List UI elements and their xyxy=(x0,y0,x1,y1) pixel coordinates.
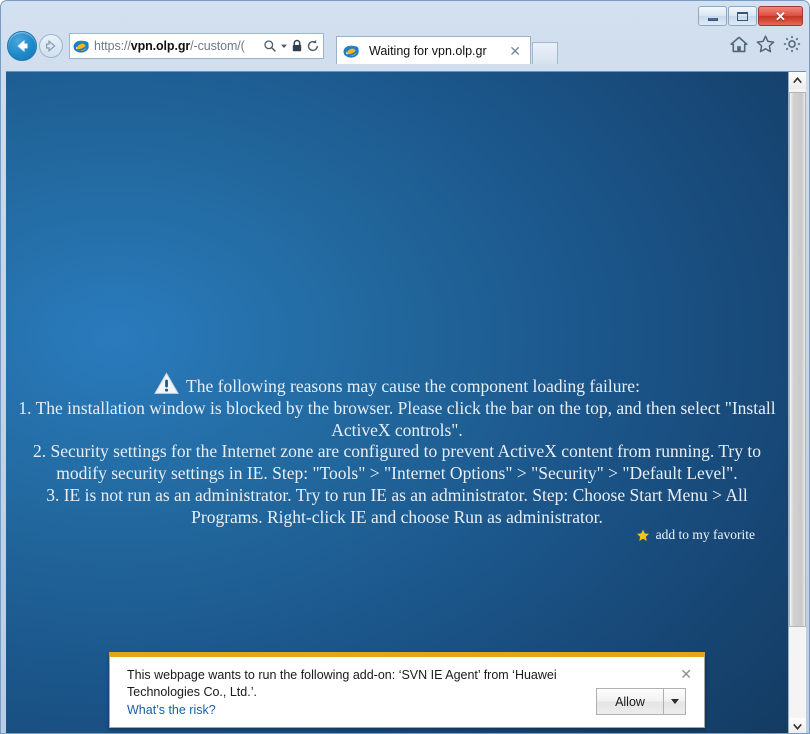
url-text: https://vpn.olp.gr/-custom/( xyxy=(94,39,245,53)
notification-message: This webpage wants to run the following … xyxy=(127,668,557,699)
window-controls: ✕ xyxy=(698,6,803,26)
internet-explorer-icon xyxy=(73,40,89,53)
web-page-content: The following reasons may cause the comp… xyxy=(6,72,788,733)
back-button[interactable] xyxy=(7,31,37,61)
caret-down-icon xyxy=(670,699,679,704)
browser-window: ✕ https://vpn.olp.gr/-custom/(Waiting f… xyxy=(0,0,810,734)
address-bar[interactable]: https://vpn.olp.gr/-custom/( xyxy=(69,33,324,59)
refresh-icon[interactable] xyxy=(306,39,320,53)
message-heading-text: The following reasons may cause the comp… xyxy=(186,376,640,396)
component-failure-message: The following reasons may cause the comp… xyxy=(6,372,788,529)
allow-button-group: Allow xyxy=(596,688,686,715)
message-line-3: 3. IE is not run as an administrator. Tr… xyxy=(46,484,748,527)
scroll-down-button[interactable] xyxy=(789,718,806,733)
allow-dropdown-button[interactable] xyxy=(664,688,686,715)
add-to-favorite-label: add to my favorite xyxy=(655,527,755,542)
addon-notification-bar: This webpage wants to run the following … xyxy=(109,652,705,728)
message-line-2: 2. Security settings for the Internet zo… xyxy=(32,441,761,484)
title-bar: ✕ xyxy=(1,1,809,28)
favorite-star-icon xyxy=(636,529,649,541)
close-icon: ✕ xyxy=(775,8,786,24)
favorites-star-icon[interactable] xyxy=(756,35,775,53)
chevron-down-icon[interactable] xyxy=(280,42,288,50)
home-icon[interactable] xyxy=(730,36,748,53)
add-to-favorite-link[interactable]: add to my favorite xyxy=(636,527,755,543)
warning-triangle-icon xyxy=(154,372,179,394)
maximize-button[interactable] xyxy=(728,6,757,26)
search-icon[interactable] xyxy=(263,39,277,53)
tab-strip: Waiting for vpn.olp.gr ✕ xyxy=(336,31,558,64)
minimize-icon xyxy=(707,17,718,21)
lock-icon[interactable] xyxy=(291,39,303,53)
scrollbar-track[interactable] xyxy=(789,89,806,718)
message-line-heading: The following reasons may cause the comp… xyxy=(14,372,780,398)
browser-toolbar-right xyxy=(730,35,801,53)
notification-close-icon[interactable]: ✕ xyxy=(680,667,692,681)
vertical-scrollbar[interactable] xyxy=(788,72,806,733)
minimize-button[interactable] xyxy=(698,6,727,26)
whats-the-risk-link[interactable]: What’s the risk? xyxy=(127,703,216,717)
tab-waiting-for-vpn[interactable]: Waiting for vpn.olp.gr ✕ xyxy=(336,36,531,64)
close-window-button[interactable]: ✕ xyxy=(758,6,803,26)
tab-close-icon[interactable]: ✕ xyxy=(506,44,524,58)
scroll-up-button[interactable] xyxy=(789,72,806,89)
scroll-up-arrow-icon xyxy=(793,77,802,84)
tools-gear-icon[interactable] xyxy=(783,35,801,53)
forward-button[interactable] xyxy=(39,34,63,58)
maximize-icon xyxy=(737,11,748,21)
address-bar-icons xyxy=(261,39,320,53)
new-tab-button[interactable] xyxy=(532,42,558,64)
message-line-1: 1. The installation window is blocked by… xyxy=(18,397,776,440)
tab-favicon-internet-explorer-icon xyxy=(343,45,359,58)
scrollbar-thumb[interactable] xyxy=(789,92,806,627)
tab-title: Waiting for vpn.olp.gr xyxy=(369,43,487,58)
allow-button[interactable]: Allow xyxy=(596,688,664,715)
page-viewport: The following reasons may cause the comp… xyxy=(6,71,806,733)
forward-arrow-icon xyxy=(46,39,56,53)
scroll-down-arrow-icon xyxy=(793,723,802,730)
back-arrow-icon xyxy=(17,40,28,52)
